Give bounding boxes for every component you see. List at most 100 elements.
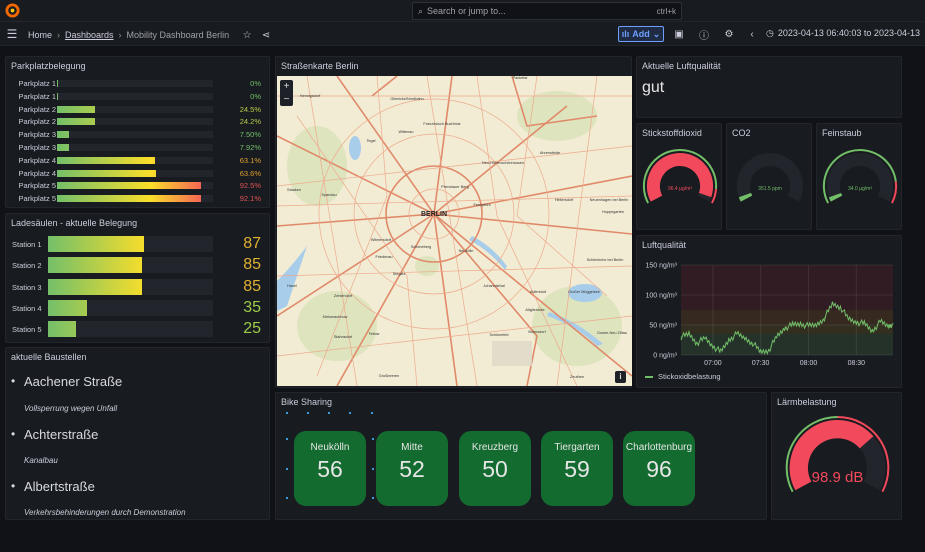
zoom-in-button[interactable]: +: [280, 80, 293, 93]
bike-station-tile[interactable]: Charlottenburg 96: [623, 431, 695, 506]
breadcrumb-home[interactable]: Home: [28, 30, 52, 40]
bike-station-tile[interactable]: Kreuzberg 50: [459, 431, 531, 506]
data-point: [831, 303, 833, 305]
parking-value: 24.5%: [239, 104, 261, 114]
map-place-label: Schönefeld: [490, 333, 509, 337]
charging-label: Station 3: [12, 282, 42, 292]
time-range-picker[interactable]: ◷ 2023-04-13 06:40:03 to 2023-04-13: [766, 28, 920, 39]
gauge-fill: [646, 153, 714, 202]
bike-station-tile[interactable]: Mitte 52: [376, 431, 448, 506]
search-icon: ⌕: [418, 5, 424, 16]
grafana-logo-icon[interactable]: [5, 3, 20, 18]
gear-icon[interactable]: ⚙: [722, 27, 736, 41]
parking-bar-track: [57, 80, 213, 87]
panel-construction: aktuelle Baustellen Aachener Straße Voll…: [5, 347, 270, 520]
share-icon[interactable]: ⋖: [259, 28, 273, 42]
parking-row: Parkplatz 3 7.92%: [6, 142, 271, 153]
charging-bar-track: [48, 299, 213, 316]
map-info-button[interactable]: i: [615, 371, 626, 383]
bike-station-count: 59: [564, 456, 590, 482]
add-button[interactable]: ılı Add ⌄: [618, 26, 664, 42]
map-place-label: Hoppegarten: [602, 210, 624, 214]
parking-value: 63.6%: [239, 168, 261, 178]
data-point: [808, 325, 810, 327]
bike-station-tile[interactable]: Tiergarten 59: [541, 431, 613, 506]
parking-bar-track: [57, 92, 213, 100]
charging-label: Station 2: [12, 261, 42, 271]
parking-row: Parkplatz 4 63.6%: [6, 168, 271, 179]
parking-bar-fill: [57, 80, 59, 87]
bike-station-tile[interactable]: Neukölln 56: [294, 431, 366, 506]
zoom-out-button[interactable]: −: [280, 93, 293, 106]
map-place-label: Neuenhagen bei Berlin: [590, 198, 629, 202]
panel-title: Aktuelle Luftqualität: [642, 61, 721, 71]
map-place-label: Schöneberg: [411, 245, 431, 249]
parking-bar-track: [57, 105, 213, 113]
panel-charging: Ladesäulen - aktuelle Belegung Station 1…: [5, 213, 270, 343]
map-place-label: Zehlendorf: [334, 294, 353, 298]
charging-bar-fill: [48, 278, 142, 295]
charging-bar-track: [48, 278, 213, 295]
info-icon[interactable]: ⓘ: [697, 27, 711, 42]
map-place-label: Friedenau: [375, 255, 392, 259]
map-place-label: Staaken: [287, 188, 301, 192]
charging-bar-fill: [48, 299, 87, 316]
menu-icon[interactable]: ☰: [5, 27, 19, 41]
search-input[interactable]: ⌕ Search or jump to... ctrl+k: [412, 2, 682, 20]
chevron-left-icon[interactable]: ‹: [745, 27, 759, 41]
chart-legend[interactable]: Stickoxidbelastung: [645, 372, 721, 381]
charging-bar-fill: [48, 321, 76, 338]
map-place-label: Zeuthen: [570, 375, 584, 379]
save-icon[interactable]: ▣: [672, 27, 686, 41]
berlin-map[interactable]: Hennigsdorf Glienicke/Nordbahn Französisch…: [277, 76, 632, 386]
data-point: [863, 323, 865, 325]
map-place-label: Großbeeren: [379, 374, 399, 378]
parking-bar-fill: [57, 118, 95, 126]
time-range-text: 2023-04-13 06:40:03 to 2023-04-13: [777, 28, 920, 38]
y-tick-label: 150 ng/m³: [645, 263, 677, 270]
gauge-track: [736, 153, 804, 202]
charging-bar-fill: [48, 257, 142, 274]
map-place-label: Neukölln: [459, 249, 474, 253]
construction-street: Aachener Straße: [11, 374, 122, 389]
star-icon[interactable]: ☆: [240, 28, 254, 42]
panel-title: Lärmbelastung: [777, 397, 837, 407]
charging-bar-track: [48, 321, 213, 338]
data-point: [871, 330, 873, 332]
data-point: [696, 342, 698, 344]
data-point: [776, 336, 778, 338]
gauge-track: [826, 153, 894, 202]
data-point: [680, 336, 682, 338]
map-place-label: Glienicke/Nordbahn: [390, 97, 423, 101]
data-point: [839, 306, 841, 308]
map-place-label: Schöneiche bei Berlin: [587, 258, 624, 262]
data-point: [688, 333, 690, 335]
parking-bar-track: [57, 118, 213, 126]
panel-bike-sharing: Bike Sharing Neukölln 56 Mitte 52 Kreuzber…: [275, 392, 767, 520]
x-tick-label: 08:00: [800, 360, 818, 367]
parking-label: Parkplatz 1: [18, 91, 56, 101]
map-place-label: Ahrensfelde: [540, 151, 560, 155]
breadcrumb-dashboards[interactable]: Dashboards: [65, 30, 114, 40]
map-place-label: Stahnsdorf: [334, 335, 353, 339]
parking-label: Parkplatz 3: [18, 143, 56, 152]
data-point: [823, 317, 825, 319]
air-quality-line-chart[interactable]: 0 ng/m³ 50 ng/m³ 100 ng/m³ 150 ng/m³ 07:00 07…: [637, 236, 903, 389]
parking-value: 24.2%: [239, 117, 261, 127]
air-quality-value: gut: [642, 79, 665, 96]
top-bar: ⌕ Search or jump to... ctrl+k: [0, 0, 925, 22]
charging-value: 35: [243, 298, 261, 316]
parking-value: 7.92%: [239, 143, 261, 152]
clock-icon: ◷: [766, 28, 774, 38]
data-point: [800, 323, 802, 325]
shortcut-hint: ctrl+k: [656, 6, 676, 16]
data-point: [728, 339, 730, 341]
parking-bar-track: [57, 156, 213, 164]
bike-station-name: Neukölln: [310, 442, 350, 453]
panel-title: Feinstaub: [822, 128, 862, 138]
map-place-label: Altglienicke: [525, 308, 544, 312]
data-point: [855, 321, 857, 323]
construction-street: Albertstraße: [11, 479, 95, 494]
panel-noise: Lärmbelastung 98.9 dB: [771, 392, 902, 520]
charging-bar-track: [48, 257, 213, 274]
